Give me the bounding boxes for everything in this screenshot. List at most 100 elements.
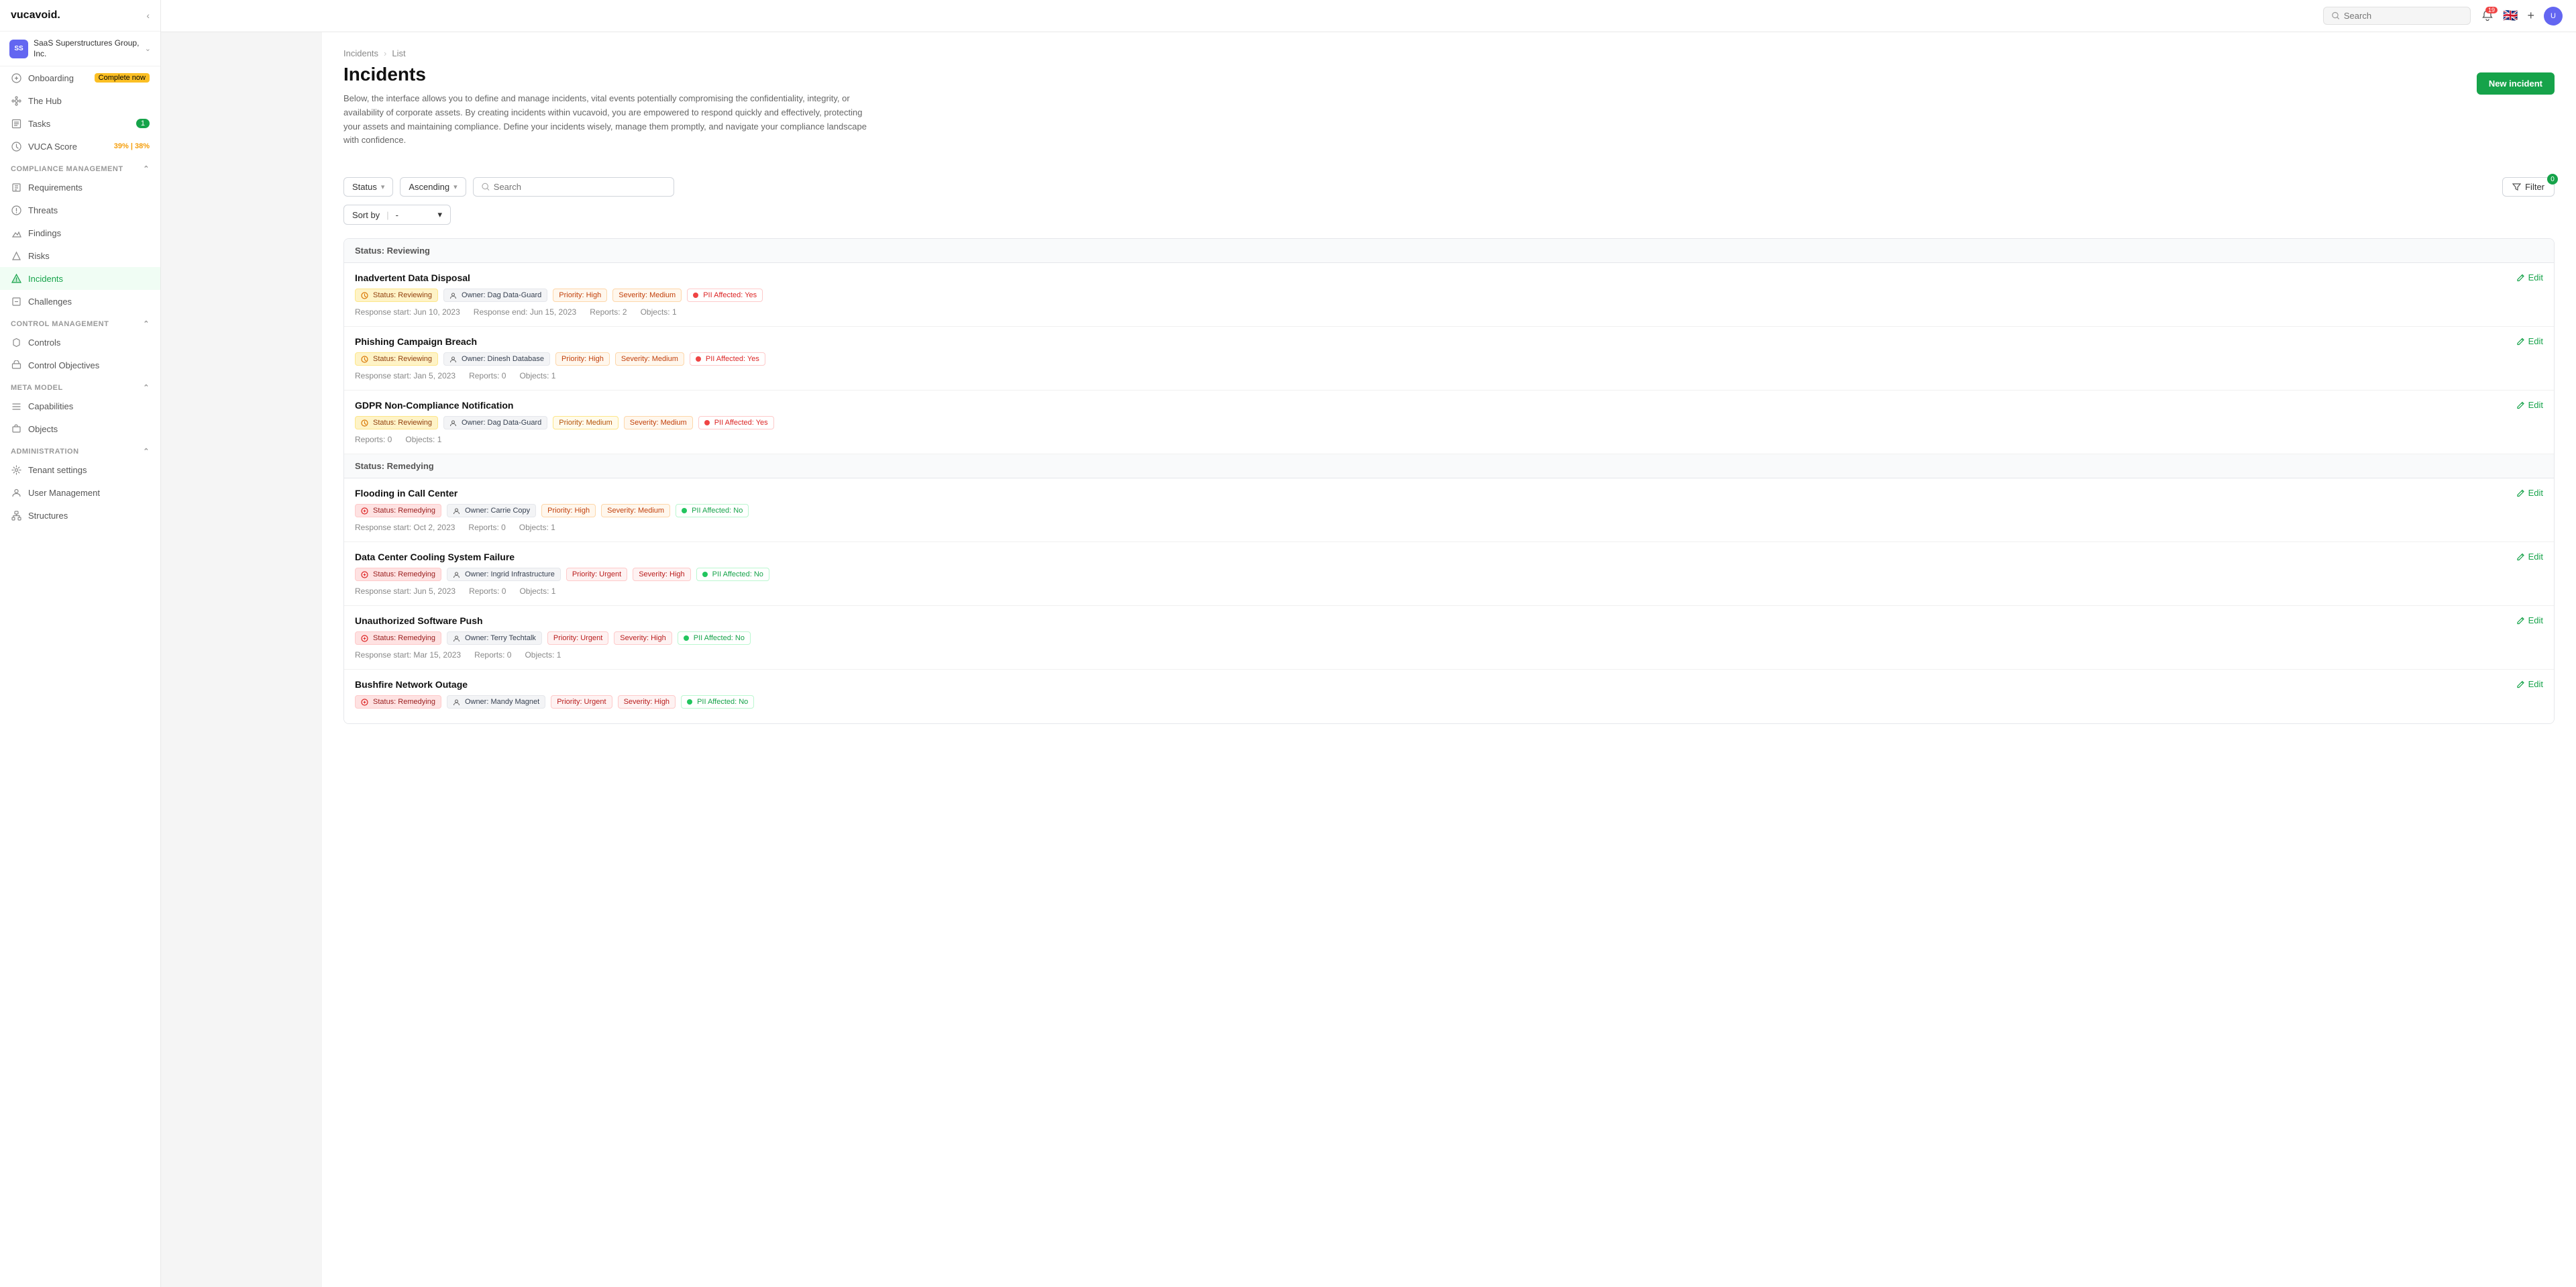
notification-bell[interactable]: 19 — [2481, 9, 2493, 21]
filter-row: Status ▾ Ascending ▾ Filter 0 — [343, 177, 2555, 197]
notification-count: 19 — [2485, 7, 2498, 13]
status-group-header: Status: Remedying — [344, 454, 2554, 478]
incident-edit-button[interactable]: Edit — [2516, 272, 2543, 282]
incident-reports: Reports: 0 — [355, 435, 392, 444]
sort-row: Sort by | - ▾ — [343, 205, 2555, 225]
admin-toggle-icon[interactable]: ⌃ — [143, 447, 150, 456]
topbar-search-box[interactable] — [2323, 7, 2471, 25]
status-group-header: Status: Reviewing — [344, 239, 2554, 263]
org-selector[interactable]: SS SaaS Superstructures Group, Inc. ⌄ — [0, 32, 160, 66]
sidebar-item-tasks[interactable]: Tasks 1 — [0, 112, 160, 135]
breadcrumb: Incidents › List — [343, 48, 867, 58]
incident-objects: Objects: 1 — [405, 435, 441, 444]
compliance-toggle-icon[interactable]: ⌃ — [143, 164, 150, 173]
status-filter-label: Status — [352, 182, 377, 192]
incident-meta: Response start: Jan 5, 2023Reports: 0Obj… — [355, 371, 2506, 380]
edit-icon — [2516, 616, 2525, 625]
plus-button[interactable]: + — [2527, 9, 2534, 23]
incident-tags: Status: Remedying Owner: Mandy Magnet Pr… — [355, 695, 2506, 709]
incidents-icon — [11, 273, 21, 284]
incident-edit-button[interactable]: Edit — [2516, 400, 2543, 410]
priority-tag: Priority: High — [555, 352, 610, 366]
threats-icon — [11, 205, 21, 215]
user-avatar[interactable]: U — [2544, 7, 2563, 25]
incident-edit-button[interactable]: Edit — [2516, 552, 2543, 562]
incident-name: Flooding in Call Center — [355, 488, 2506, 499]
priority-tag: Priority: Urgent — [551, 695, 612, 709]
language-flag[interactable]: 🇬🇧 — [2503, 9, 2518, 23]
severity-tag: Severity: Medium — [615, 352, 684, 366]
filter-icon — [2512, 183, 2521, 191]
control-toggle-icon[interactable]: ⌃ — [143, 319, 150, 328]
incidents-search-icon — [482, 183, 490, 191]
incident-row: Unauthorized Software Push Status: Remed… — [344, 606, 2554, 670]
status-filter-select[interactable]: Status ▾ — [343, 177, 393, 197]
sidebar-item-capabilities[interactable]: Capabilities — [0, 395, 160, 417]
org-chevron-icon: ⌄ — [145, 44, 151, 53]
incidents-search-input[interactable] — [494, 182, 665, 192]
incidents-table: Status: Reviewing Inadvertent Data Dispo… — [343, 238, 2555, 724]
compliance-section-header: Compliance Management ⌃ — [0, 158, 160, 176]
status-group-label: Status: Reviewing — [355, 246, 430, 256]
capabilities-label: Capabilities — [28, 401, 73, 411]
owner-tag: Owner: Dinesh Database — [443, 352, 550, 366]
severity-tag: Severity: Medium — [612, 289, 682, 302]
structures-icon — [11, 510, 21, 521]
severity-tag: Severity: Medium — [601, 504, 670, 517]
org-avatar: SS — [9, 40, 28, 58]
incidents-label: Incidents — [28, 274, 63, 284]
pii-tag: PII Affected: Yes — [698, 416, 774, 429]
ascending-filter-select[interactable]: Ascending ▾ — [400, 177, 466, 197]
incidents-search-box[interactable] — [473, 177, 674, 197]
sidebar-collapse-btn[interactable]: ‹ — [146, 10, 150, 21]
incident-edit-button[interactable]: Edit — [2516, 336, 2543, 346]
filter-btn-label: Filter — [2525, 182, 2544, 192]
sidebar-item-controls[interactable]: Controls — [0, 331, 160, 354]
priority-tag: Priority: Urgent — [547, 631, 608, 645]
owner-tag: Owner: Dag Data-Guard — [443, 416, 547, 429]
sidebar-item-vuca-score[interactable]: VUCA Score 39% | 38% — [0, 135, 160, 158]
new-incident-button[interactable]: New incident — [2477, 72, 2555, 95]
sidebar-item-tenant-settings[interactable]: Tenant settings — [0, 458, 160, 481]
sidebar-item-objects[interactable]: Objects — [0, 417, 160, 440]
hub-label: The Hub — [28, 96, 62, 106]
onboarding-badge: Complete now — [95, 73, 150, 83]
sidebar-item-challenges[interactable]: Challenges — [0, 290, 160, 313]
main-content: Incidents › List Incidents Below, the in… — [322, 32, 2576, 1287]
requirements-icon — [11, 182, 21, 193]
edit-icon — [2516, 488, 2525, 497]
incident-edit-button[interactable]: Edit — [2516, 615, 2543, 625]
topbar-icons-group: 19 🇬🇧 + U — [2481, 7, 2563, 25]
meta-toggle-icon[interactable]: ⌃ — [143, 383, 150, 392]
incident-objects: Objects: 1 — [641, 307, 677, 317]
topbar-search-icon — [2332, 11, 2340, 20]
incident-reports: Reports: 2 — [590, 307, 627, 317]
incident-edit-button[interactable]: Edit — [2516, 488, 2543, 498]
incident-meta: Reports: 0 Objects: 1 — [355, 435, 2506, 444]
sidebar-item-risks[interactable]: Risks — [0, 244, 160, 267]
tasks-icon — [11, 118, 21, 129]
incident-meta: Response start: Jun 5, 2023Reports: 0Obj… — [355, 586, 2506, 596]
sidebar-item-requirements[interactable]: Requirements — [0, 176, 160, 199]
sidebar-item-control-objectives[interactable]: Control Objectives — [0, 354, 160, 376]
breadcrumb-incidents-link[interactable]: Incidents — [343, 48, 378, 58]
owner-tag: Owner: Carrie Copy — [447, 504, 536, 517]
incident-tags: Status: Remedying Owner: Ingrid Infrastr… — [355, 568, 2506, 581]
filter-button[interactable]: Filter 0 — [2502, 177, 2555, 197]
tasks-label: Tasks — [28, 119, 50, 129]
sidebar-item-structures[interactable]: Structures — [0, 504, 160, 527]
sidebar-item-threats[interactable]: Threats — [0, 199, 160, 221]
sidebar-item-findings[interactable]: Findings — [0, 221, 160, 244]
page-title: Incidents — [343, 64, 867, 85]
incident-edit-button[interactable]: Edit — [2516, 679, 2543, 689]
sidebar-item-the-hub[interactable]: The Hub — [0, 89, 160, 112]
vuca-score-value: 39% | 38% — [114, 142, 150, 150]
sidebar-item-onboarding[interactable]: Onboarding Complete now — [0, 66, 160, 89]
severity-tag: Severity: High — [633, 568, 690, 581]
edit-icon — [2516, 680, 2525, 688]
topbar-search-input[interactable] — [2344, 11, 2462, 21]
sidebar-item-user-management[interactable]: User Management — [0, 481, 160, 504]
sort-by-select[interactable]: Sort by | - ▾ — [343, 205, 451, 225]
findings-label: Findings — [28, 228, 61, 238]
sidebar-item-incidents[interactable]: Incidents — [0, 267, 160, 290]
